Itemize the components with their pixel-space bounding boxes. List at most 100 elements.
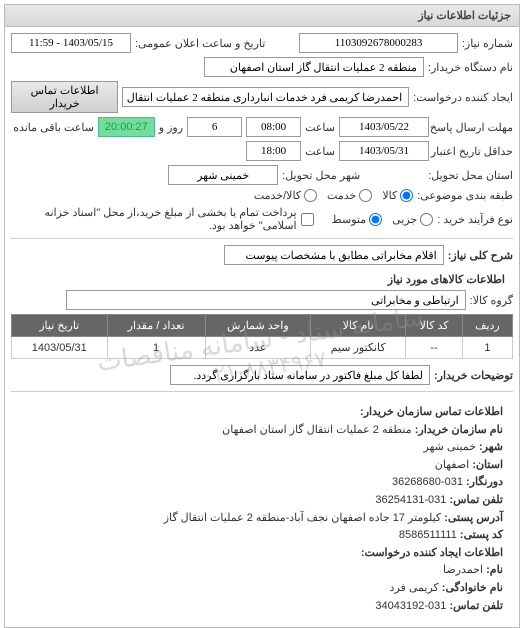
- c-city-value: خمینی شهر: [424, 441, 476, 453]
- remaining-label: ساعت باقی مانده: [13, 121, 94, 134]
- purchase-type-radio-group: جزیی متوسط: [332, 213, 434, 226]
- validity-date-input[interactable]: [339, 141, 429, 161]
- cat-service-option[interactable]: خدمت: [327, 189, 372, 202]
- th-4: تعداد / مقدار: [107, 315, 205, 337]
- cat-service-radio[interactable]: [359, 189, 372, 202]
- days-remain-input: [187, 117, 242, 137]
- c-name-value: احمدرضا: [443, 564, 483, 576]
- validity-label: حداقل تاریخ اعتبار قیمت: تا تاریخ:: [433, 145, 513, 158]
- c-address-label: آدرس پستی:: [444, 512, 503, 524]
- td-5: 1403/05/31: [12, 337, 108, 359]
- c-cphone-value: 031-34043192: [375, 600, 446, 612]
- items-section-title: اطلاعات کالاهای مورد نیاز: [11, 269, 513, 290]
- c-postal-label: کد پستی:: [460, 529, 503, 541]
- purchase-type-label: نوع فرآیند خرید :: [437, 213, 513, 226]
- creator-info-title: اطلاعات ایجاد کننده درخواست:: [21, 545, 503, 563]
- td-3: عدد: [205, 337, 310, 359]
- panel-title: جزئیات اطلاعات نیاز: [5, 5, 519, 27]
- category-label: طبقه بندی موضوعی:: [417, 189, 513, 202]
- row-group: گروه کالا:: [11, 290, 513, 310]
- group-input[interactable]: [66, 290, 466, 310]
- announce-label: تاریخ و ساعت اعلان عمومی:: [135, 37, 265, 50]
- buyer-input[interactable]: [204, 57, 424, 77]
- pt-small-radio[interactable]: [420, 213, 433, 226]
- contact-title: اطلاعات تماس سازمان خریدار:: [21, 404, 503, 422]
- c-family-label: نام خانوادگی:: [442, 582, 503, 594]
- table-header-row: ردیف کد کالا نام کالا واحد شمارش تعداد /…: [12, 315, 513, 337]
- panel-body: شماره نیاز: تاریخ و ساعت اعلان عمومی: نا…: [5, 27, 519, 627]
- treasury-checkbox-row: پرداخت تمام یا بخشی از مبلغ خرید،از محل …: [11, 206, 314, 232]
- c-address-value: کیلومتر 17 جاده اصفهان نجف آباد-منطقه 2 …: [164, 512, 441, 524]
- province-label: استان محل تحویل:: [428, 169, 513, 182]
- creator-label: ایجاد کننده درخواست:: [413, 91, 513, 104]
- pt-small-option[interactable]: جزیی: [392, 213, 433, 226]
- announce-input[interactable]: [11, 33, 131, 53]
- category-radio-group: کالا خدمت کالا/خدمت: [254, 189, 413, 202]
- c-org-label: نام سازمان خریدار:: [415, 424, 503, 436]
- req-number-label: شماره نیاز:: [462, 37, 513, 50]
- row-req-number: شماره نیاز: تاریخ و ساعت اعلان عمومی:: [11, 33, 513, 53]
- c-fax-value: 031-36268680: [392, 476, 463, 488]
- c-postal-value: 8586511111: [399, 529, 457, 541]
- c-province-label: استان:: [472, 459, 503, 471]
- contact-info-block: اطلاعات تماس سازمان خریدار: نام سازمان خ…: [11, 398, 513, 621]
- td-2: کانکتور سیم: [311, 337, 406, 359]
- td-4: 1: [107, 337, 205, 359]
- cat-goods-option[interactable]: کالا: [382, 189, 413, 202]
- desc-input[interactable]: [224, 245, 444, 265]
- group-label: گروه کالا:: [470, 294, 513, 307]
- buyer-label: نام دستگاه خریدار:: [428, 61, 513, 74]
- treasury-checkbox[interactable]: [301, 213, 314, 226]
- c-city-label: شهر:: [479, 441, 503, 453]
- pt-medium-radio[interactable]: [369, 213, 382, 226]
- buyer-note-input[interactable]: [170, 365, 430, 385]
- row-buyer: نام دستگاه خریدار:: [11, 57, 513, 77]
- c-phone-value: 031-36254131: [375, 494, 446, 506]
- c-family-value: کریمی فرد: [390, 582, 439, 594]
- deadline-label: مهلت ارسال پاسخ: تا تاریخ:: [433, 121, 513, 134]
- c-fax-label: دورنگار:: [466, 476, 503, 488]
- city-input[interactable]: [168, 165, 278, 185]
- cat-goods-radio[interactable]: [400, 189, 413, 202]
- divider-1: [11, 238, 513, 239]
- desc-label: شرح کلی نیاز:: [448, 249, 513, 262]
- cat-goods-service-radio[interactable]: [304, 189, 317, 202]
- c-phone-label: تلفن تماس:: [449, 494, 503, 506]
- cat-goods-service-option[interactable]: کالا/خدمت: [254, 189, 317, 202]
- time-label-2: ساعت: [305, 145, 335, 158]
- row-creator: ایجاد کننده درخواست: اطلاعات تماس خریدار: [11, 81, 513, 113]
- c-province-value: اصفهان: [435, 459, 469, 471]
- deadline-time-input[interactable]: [246, 117, 301, 137]
- td-1: --: [406, 337, 463, 359]
- th-1: کد کالا: [406, 315, 463, 337]
- divider-2: [11, 391, 513, 392]
- th-3: واحد شمارش: [205, 315, 310, 337]
- th-5: تاریخ نیاز: [12, 315, 108, 337]
- contact-button[interactable]: اطلاعات تماس خریدار: [11, 81, 118, 113]
- creator-input[interactable]: [122, 87, 409, 107]
- row-category: طبقه بندی موضوعی: کالا خدمت کالا/خدمت: [11, 189, 513, 202]
- days-sep-label: روز و: [159, 121, 183, 134]
- items-table: ردیف کد کالا نام کالا واحد شمارش تعداد /…: [11, 314, 513, 359]
- row-desc: شرح کلی نیاز:: [11, 245, 513, 265]
- city-label: شهر محل تحویل:: [282, 169, 360, 182]
- th-2: نام کالا: [311, 315, 406, 337]
- countdown-badge: 20:00:27: [98, 117, 155, 137]
- treasury-note: پرداخت تمام یا بخشی از مبلغ خرید،از محل …: [11, 206, 297, 232]
- row-buyer-note: توضیحات خریدار:: [11, 365, 513, 385]
- row-location: استان محل تحویل: شهر محل تحویل:: [11, 165, 513, 185]
- deadline-date-input[interactable]: [339, 117, 429, 137]
- c-cphone-label: تلفن تماس:: [449, 600, 503, 612]
- row-purchase-type: نوع فرآیند خرید : جزیی متوسط پرداخت تمام…: [11, 206, 513, 232]
- row-deadline: مهلت ارسال پاسخ: تا تاریخ: ساعت روز و 20…: [11, 117, 513, 137]
- validity-time-input[interactable]: [246, 141, 301, 161]
- pt-medium-option[interactable]: متوسط: [332, 213, 383, 226]
- th-0: ردیف: [462, 315, 512, 337]
- time-label-1: ساعت: [305, 121, 335, 134]
- table-row[interactable]: 1 -- کانکتور سیم عدد 1 1403/05/31: [12, 337, 513, 359]
- details-panel: جزئیات اطلاعات نیاز شماره نیاز: تاریخ و …: [4, 4, 520, 628]
- req-number-input[interactable]: [299, 33, 457, 53]
- c-name-label: نام:: [486, 564, 503, 576]
- c-org-value: منطقه 2 عملیات انتقال گاز استان اصفهان: [222, 424, 412, 436]
- buyer-note-label: توضیحات خریدار:: [434, 369, 513, 382]
